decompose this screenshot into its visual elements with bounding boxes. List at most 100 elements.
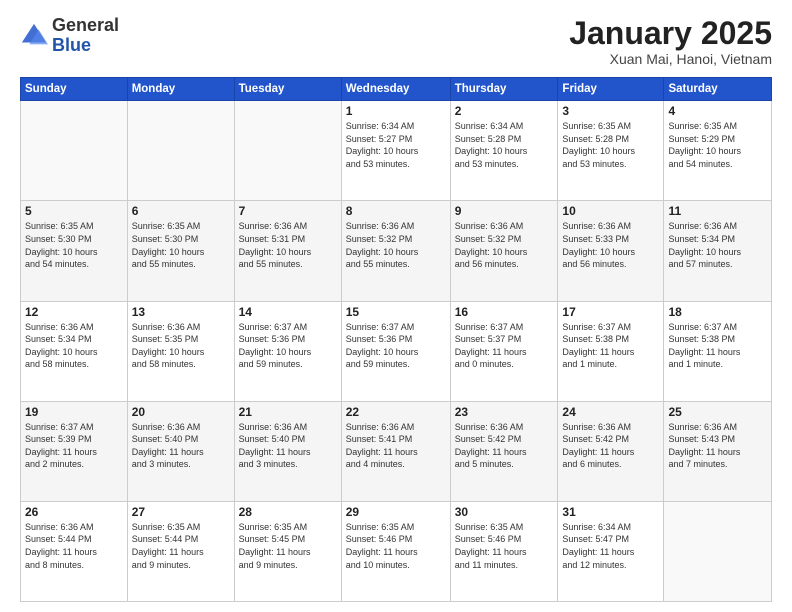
day-number: 21 <box>239 405 337 419</box>
day-number: 22 <box>346 405 446 419</box>
day-number: 6 <box>132 204 230 218</box>
day-info: Sunrise: 6:35 AM Sunset: 5:28 PM Dayligh… <box>562 120 659 170</box>
day-info: Sunrise: 6:37 AM Sunset: 5:38 PM Dayligh… <box>668 321 767 371</box>
day-number: 25 <box>668 405 767 419</box>
day-info: Sunrise: 6:36 AM Sunset: 5:33 PM Dayligh… <box>562 220 659 270</box>
day-cell: 16Sunrise: 6:37 AM Sunset: 5:37 PM Dayli… <box>450 301 558 401</box>
header-cell-friday: Friday <box>558 78 664 101</box>
day-cell: 23 Sunrise: 6:36 AM Sunset: 5:42 PM Dayli… <box>450 401 558 501</box>
day-info: Sunrise: 6:36 AM Sunset: 5:35 PM Dayligh… <box>132 321 230 371</box>
day-cell: 10 Sunrise: 6:36 AM Sunset: 5:33 PM Dayli… <box>558 201 664 301</box>
day-number: 30 <box>455 505 554 519</box>
day-cell: 27Sunrise: 6:35 AM Sunset: 5:44 PM Dayli… <box>127 501 234 601</box>
day-info: Sunrise: 6:35 AM Sunset: 5:29 PM Dayligh… <box>668 120 767 170</box>
day-number: 19 <box>25 405 123 419</box>
day-info: Sunrise: 6:35 AM Sunset: 5:46 PM Dayligh… <box>455 521 554 571</box>
day-info: Sunrise: 6:36 AM Sunset: 5:42 PM Dayligh… <box>455 421 554 471</box>
title-block: January 2025 Xuan Mai, Hanoi, Vietnam <box>569 16 772 67</box>
day-number: 23 <box>455 405 554 419</box>
day-info: Sunrise: 6:36 AM Sunset: 5:40 PM Dayligh… <box>239 421 337 471</box>
logo-text: General Blue <box>52 16 119 56</box>
calendar-title: January 2025 <box>569 16 772 51</box>
day-info: Sunrise: 6:34 AM Sunset: 5:47 PM Dayligh… <box>562 521 659 571</box>
day-number: 15 <box>346 305 446 319</box>
day-info: Sunrise: 6:36 AM Sunset: 5:31 PM Dayligh… <box>239 220 337 270</box>
day-cell: 15 Sunrise: 6:37 AM Sunset: 5:36 PM Dayli… <box>341 301 450 401</box>
page: General Blue January 2025 Xuan Mai, Hano… <box>0 0 792 612</box>
day-number: 18 <box>668 305 767 319</box>
header-cell-monday: Monday <box>127 78 234 101</box>
day-info: Sunrise: 6:36 AM Sunset: 5:40 PM Dayligh… <box>132 421 230 471</box>
day-info: Sunrise: 6:36 AM Sunset: 5:43 PM Dayligh… <box>668 421 767 471</box>
logo: General Blue <box>20 16 119 56</box>
header-cell-sunday: Sunday <box>21 78 128 101</box>
day-number: 26 <box>25 505 123 519</box>
day-number: 4 <box>668 104 767 118</box>
day-number: 3 <box>562 104 659 118</box>
header-cell-thursday: Thursday <box>450 78 558 101</box>
day-cell: 14Sunrise: 6:37 AM Sunset: 5:36 PM Dayli… <box>234 301 341 401</box>
day-cell <box>234 101 341 201</box>
day-number: 28 <box>239 505 337 519</box>
day-number: 8 <box>346 204 446 218</box>
day-info: Sunrise: 6:37 AM Sunset: 5:39 PM Dayligh… <box>25 421 123 471</box>
day-cell: 30 Sunrise: 6:35 AM Sunset: 5:46 PM Dayli… <box>450 501 558 601</box>
header-cell-wednesday: Wednesday <box>341 78 450 101</box>
day-info: Sunrise: 6:36 AM Sunset: 5:32 PM Dayligh… <box>455 220 554 270</box>
day-number: 14 <box>239 305 337 319</box>
day-cell: 31 Sunrise: 6:34 AM Sunset: 5:47 PM Dayli… <box>558 501 664 601</box>
day-cell: 28 Sunrise: 6:35 AM Sunset: 5:45 PM Dayli… <box>234 501 341 601</box>
day-cell: 20 Sunrise: 6:36 AM Sunset: 5:40 PM Dayli… <box>127 401 234 501</box>
header-cell-saturday: Saturday <box>664 78 772 101</box>
day-info: Sunrise: 6:36 AM Sunset: 5:42 PM Dayligh… <box>562 421 659 471</box>
day-cell: 6 Sunrise: 6:35 AM Sunset: 5:30 PM Daylig… <box>127 201 234 301</box>
day-cell: 18 Sunrise: 6:37 AM Sunset: 5:38 PM Dayli… <box>664 301 772 401</box>
day-cell <box>664 501 772 601</box>
logo-icon <box>20 22 48 50</box>
day-info: Sunrise: 6:35 AM Sunset: 5:30 PM Dayligh… <box>25 220 123 270</box>
day-number: 12 <box>25 305 123 319</box>
day-cell: 7 Sunrise: 6:36 AM Sunset: 5:31 PM Daylig… <box>234 201 341 301</box>
day-info: Sunrise: 6:34 AM Sunset: 5:28 PM Dayligh… <box>455 120 554 170</box>
week-row-5: 26 Sunrise: 6:36 AM Sunset: 5:44 PM Dayli… <box>21 501 772 601</box>
day-cell: 9Sunrise: 6:36 AM Sunset: 5:32 PM Daylig… <box>450 201 558 301</box>
day-cell: 17Sunrise: 6:37 AM Sunset: 5:38 PM Dayli… <box>558 301 664 401</box>
calendar-subtitle: Xuan Mai, Hanoi, Vietnam <box>569 51 772 67</box>
day-cell: 24 Sunrise: 6:36 AM Sunset: 5:42 PM Dayli… <box>558 401 664 501</box>
header: General Blue January 2025 Xuan Mai, Hano… <box>20 16 772 67</box>
day-cell <box>127 101 234 201</box>
day-number: 16 <box>455 305 554 319</box>
day-cell: 3 Sunrise: 6:35 AM Sunset: 5:28 PM Daylig… <box>558 101 664 201</box>
day-info: Sunrise: 6:36 AM Sunset: 5:34 PM Dayligh… <box>25 321 123 371</box>
week-row-4: 19 Sunrise: 6:37 AM Sunset: 5:39 PM Dayli… <box>21 401 772 501</box>
day-number: 13 <box>132 305 230 319</box>
day-info: Sunrise: 6:35 AM Sunset: 5:30 PM Dayligh… <box>132 220 230 270</box>
day-number: 31 <box>562 505 659 519</box>
day-info: Sunrise: 6:37 AM Sunset: 5:36 PM Dayligh… <box>346 321 446 371</box>
day-number: 29 <box>346 505 446 519</box>
day-number: 2 <box>455 104 554 118</box>
day-info: Sunrise: 6:36 AM Sunset: 5:44 PM Dayligh… <box>25 521 123 571</box>
day-number: 10 <box>562 204 659 218</box>
day-cell: 29Sunrise: 6:35 AM Sunset: 5:46 PM Dayli… <box>341 501 450 601</box>
day-cell <box>21 101 128 201</box>
day-cell: 2 Sunrise: 6:34 AM Sunset: 5:28 PM Daylig… <box>450 101 558 201</box>
day-cell: 13 Sunrise: 6:36 AM Sunset: 5:35 PM Dayli… <box>127 301 234 401</box>
day-info: Sunrise: 6:36 AM Sunset: 5:41 PM Dayligh… <box>346 421 446 471</box>
day-cell: 4 Sunrise: 6:35 AM Sunset: 5:29 PM Daylig… <box>664 101 772 201</box>
week-row-3: 12 Sunrise: 6:36 AM Sunset: 5:34 PM Dayli… <box>21 301 772 401</box>
logo-general: General <box>52 15 119 35</box>
day-info: Sunrise: 6:36 AM Sunset: 5:34 PM Dayligh… <box>668 220 767 270</box>
day-number: 7 <box>239 204 337 218</box>
day-cell: 21 Sunrise: 6:36 AM Sunset: 5:40 PM Dayli… <box>234 401 341 501</box>
week-row-2: 5 Sunrise: 6:35 AM Sunset: 5:30 PM Daylig… <box>21 201 772 301</box>
day-number: 5 <box>25 204 123 218</box>
week-row-1: 1Sunrise: 6:34 AM Sunset: 5:27 PM Daylig… <box>21 101 772 201</box>
day-number: 27 <box>132 505 230 519</box>
day-number: 24 <box>562 405 659 419</box>
day-cell: 8 Sunrise: 6:36 AM Sunset: 5:32 PM Daylig… <box>341 201 450 301</box>
day-cell: 1Sunrise: 6:34 AM Sunset: 5:27 PM Daylig… <box>341 101 450 201</box>
day-info: Sunrise: 6:36 AM Sunset: 5:32 PM Dayligh… <box>346 220 446 270</box>
day-number: 20 <box>132 405 230 419</box>
day-info: Sunrise: 6:35 AM Sunset: 5:45 PM Dayligh… <box>239 521 337 571</box>
